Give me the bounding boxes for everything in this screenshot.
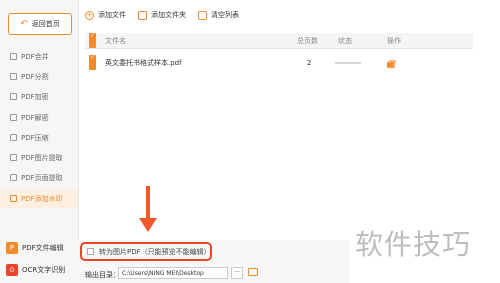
broom-icon (198, 10, 207, 20)
file-name: 英文委托书格式样本.pdf (105, 58, 182, 67)
unlock-icon (10, 114, 17, 121)
clear-list-button[interactable]: 清空列表 (198, 10, 239, 20)
browse-button[interactable]: ··· (231, 267, 243, 279)
sidebar-item-label: PDF加密 (21, 92, 49, 101)
add-folder-button[interactable]: 添加文件夹 (138, 10, 186, 20)
convert-label: 转为图片PDF（只能预览不能编辑） (98, 247, 211, 256)
ocr-icon: ⊙ (6, 264, 18, 276)
output-dir-label: 输出目录： (85, 271, 120, 279)
compress-icon (10, 134, 17, 141)
pdf-editor-label: PDF文件编辑 (22, 244, 64, 252)
convert-to-image-pdf-option[interactable]: 转为图片PDF（只能预览不能编辑） (80, 242, 212, 261)
row-checkbox[interactable] (89, 54, 96, 70)
page-icon (10, 174, 17, 181)
sidebar: ↶ 返回首页 PDF合并 PDF分割 PDF加密 PDF解密 PDF压缩 PDF… (0, 0, 79, 283)
sidebar-item-image-extract[interactable]: PDF图片提取 (0, 148, 78, 167)
select-all-checkbox[interactable] (89, 32, 96, 48)
table-header: 文件名 总页数 状态 操作 (85, 32, 473, 49)
shield-icon (10, 93, 17, 100)
watermark-icon (10, 195, 17, 202)
add-folder-label: 添加文件夹 (151, 11, 186, 19)
trash-icon[interactable]: 🗑 (387, 57, 397, 72)
sidebar-item-decrypt[interactable]: PDF解密 (0, 108, 78, 127)
image-icon (10, 154, 17, 161)
sidebar-item-label: PDF压缩 (21, 133, 49, 142)
merge-icon (10, 53, 17, 60)
sidebar-item-compress[interactable]: PDF压缩 (0, 128, 78, 147)
pdf-editor-link[interactable]: P PDF文件编辑 (6, 241, 74, 255)
toolbar: + 添加文件 添加文件夹 清空列表 (85, 10, 239, 20)
folder-icon (138, 10, 147, 20)
sidebar-item-watermark[interactable]: PDF添加水印 (0, 189, 78, 208)
plus-circle-icon: + (85, 10, 94, 20)
convert-checkbox[interactable] (87, 248, 94, 255)
clear-list-label: 清空列表 (211, 11, 239, 19)
column-header-status: 状态 (338, 36, 352, 45)
sidebar-item-label: PDF分割 (21, 72, 49, 81)
sidebar-item-label: PDF图片提取 (21, 153, 63, 162)
watermark-text: 软件技巧 (355, 228, 472, 261)
output-dir-field[interactable]: C:\Users\NING MEI\Desktop (118, 267, 228, 279)
sidebar-item-merge[interactable]: PDF合并 (0, 47, 78, 66)
back-home-button[interactable]: ↶ 返回首页 (8, 13, 72, 35)
sidebar-item-label: PDF页面提取 (21, 173, 63, 182)
pdf-editor-icon: P (6, 242, 18, 254)
column-header-pages: 总页数 (297, 36, 318, 45)
back-arrow-icon: ↶ (20, 18, 28, 29)
ocr-link[interactable]: ⊙ OCR文字识别 (6, 263, 74, 277)
sidebar-item-split[interactable]: PDF分割 (0, 67, 78, 86)
add-file-label: 添加文件 (98, 11, 126, 19)
output-dir-value: C:\Users\NING MEI\Desktop (122, 269, 204, 277)
status-progress-bar (335, 62, 361, 64)
sidebar-item-encrypt[interactable]: PDF加密 (0, 87, 78, 106)
add-file-button[interactable]: + 添加文件 (85, 10, 126, 20)
sidebar-item-label: PDF解密 (21, 113, 49, 122)
sidebar-item-label: PDF添加水印 (21, 194, 63, 203)
split-icon (10, 73, 17, 80)
table-row[interactable]: 英文委托书格式样本.pdf 2 ▶ ▤ ▭ 🗑 (85, 54, 473, 72)
back-home-label: 返回首页 (31, 20, 60, 28)
column-header-actions: 操作 (387, 36, 401, 45)
column-header-filename: 文件名 (105, 36, 126, 45)
ocr-label: OCR文字识别 (22, 266, 66, 274)
page-count: 2 (307, 58, 312, 67)
sidebar-item-page-extract[interactable]: PDF页面提取 (0, 168, 78, 187)
open-folder-icon[interactable] (248, 268, 258, 276)
sidebar-item-label: PDF合并 (21, 52, 49, 61)
annotation-arrow (139, 186, 157, 232)
